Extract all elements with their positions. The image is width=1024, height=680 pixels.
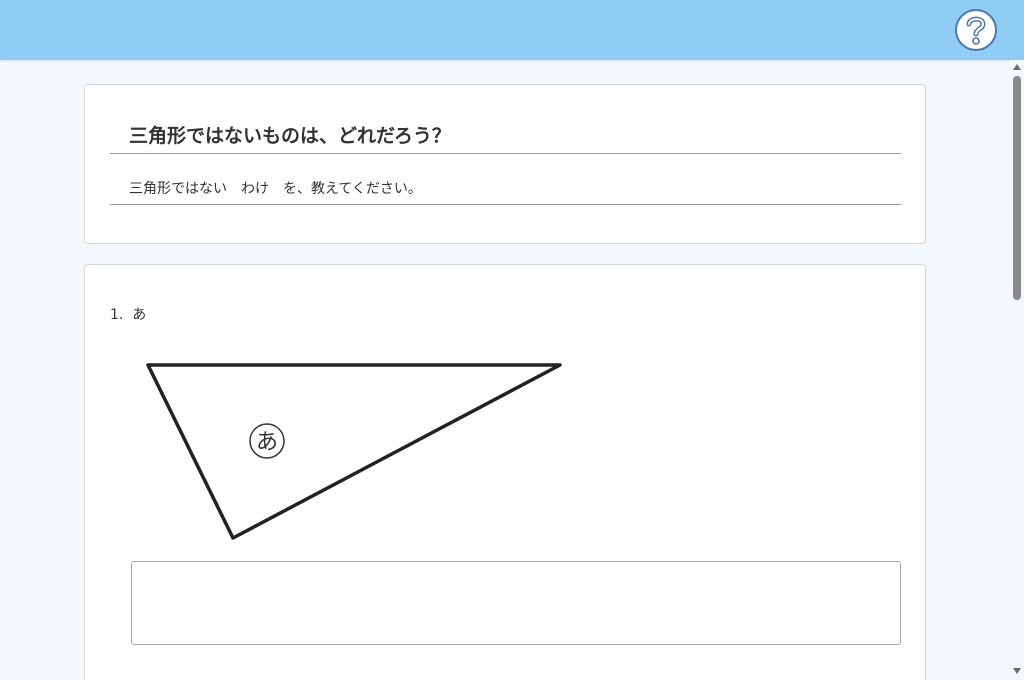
question-mark-icon — [966, 16, 986, 45]
form-title: 三角形ではないものは、どれだろう？ — [129, 125, 451, 147]
help-button[interactable] — [955, 9, 997, 51]
title-divider — [110, 153, 901, 154]
question-text: あ — [132, 307, 147, 323]
vertical-scrollbar[interactable] — [1010, 60, 1024, 680]
scroll-up-arrow-icon[interactable] — [1013, 64, 1021, 70]
description-divider — [110, 204, 901, 205]
scroll-thumb[interactable] — [1013, 76, 1021, 300]
form-header-card: 三角形ではないものは、どれだろう？ 三角形ではない わけ を、教えてください。 — [84, 84, 926, 244]
form-content[interactable]: 三角形ではないものは、どれだろう？ 三角形ではない わけ を、教えてください。 … — [0, 60, 1010, 680]
triangle-figure: あ — [146, 363, 562, 540]
scroll-down-arrow-icon[interactable] — [1013, 668, 1021, 674]
answer-textarea[interactable] — [131, 561, 901, 645]
figure-label: あ — [256, 430, 278, 455]
top-bar — [0, 0, 1024, 60]
question-number: 1. — [110, 307, 124, 323]
form-description: 三角形ではない わけ を、教えてください。 — [129, 181, 422, 197]
question-card: 1. あ あ — [84, 264, 926, 680]
question-label: 1. あ — [110, 304, 146, 324]
